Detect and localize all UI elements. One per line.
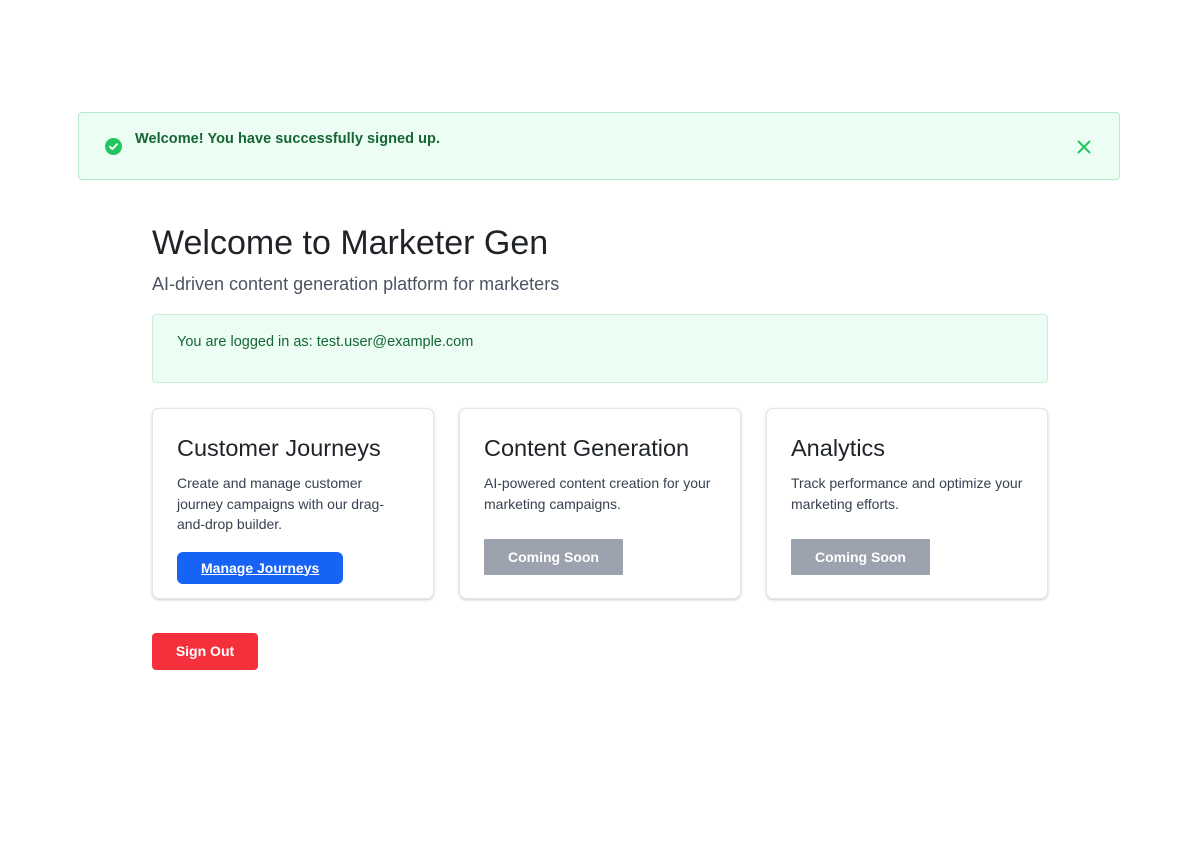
success-alert: Welcome! You have successfully signed up…: [78, 112, 1120, 180]
coming-soon-button: Coming Soon: [484, 539, 623, 575]
card-customer-journeys: Customer Journeys Create and manage cust…: [152, 408, 434, 599]
card-title: Content Generation: [484, 435, 690, 461]
close-icon[interactable]: [1075, 138, 1093, 156]
card-description: Track performance and optimize your mark…: [791, 475, 1023, 512]
card-analytics: Analytics Track performance and optimize…: [766, 408, 1048, 599]
card-title: Customer Journeys: [177, 435, 381, 461]
card-content-generation: Content Generation AI-powered content cr…: [459, 408, 741, 599]
page-title: Welcome to Marketer Gen: [152, 224, 549, 262]
manage-journeys-button[interactable]: Manage Journeys: [177, 551, 344, 584]
main-content: Welcome to Marketer Gen AI-driven conten…: [152, 222, 1048, 599]
check-circle-icon: [105, 138, 122, 155]
coming-soon-button: Coming Soon: [791, 539, 930, 575]
page-subtitle: AI-driven content generation platform fo…: [152, 274, 560, 294]
feature-cards: Customer Journeys Create and manage cust…: [152, 408, 1048, 599]
card-title: Analytics: [791, 435, 886, 461]
card-description: Create and manage customer journey campa…: [177, 475, 384, 532]
sign-out-button[interactable]: Sign Out: [152, 633, 258, 670]
card-description: AI-powered content creation for your mar…: [484, 475, 711, 512]
logged-in-notice: You are logged in as: test.user@example.…: [152, 314, 1048, 383]
alert-message: Welcome! You have successfully signed up…: [135, 131, 441, 147]
logged-in-text: You are logged in as: test.user@example.…: [177, 334, 474, 350]
